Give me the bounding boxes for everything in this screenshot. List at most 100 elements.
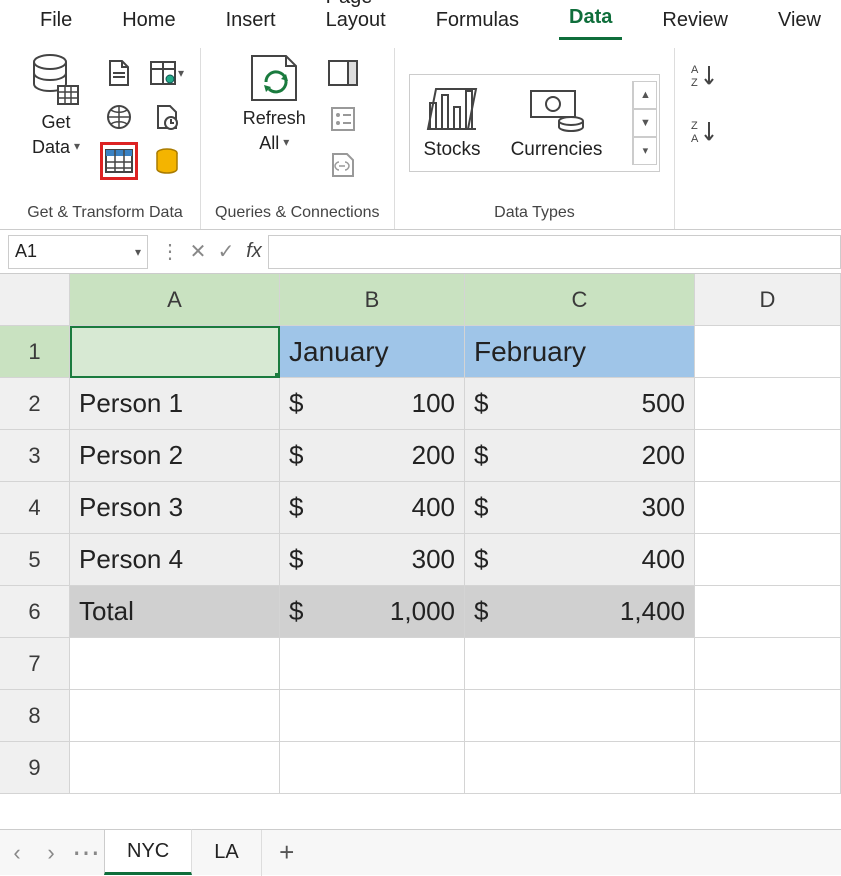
- tab-home[interactable]: Home: [112, 3, 185, 40]
- row-header-3[interactable]: 3: [0, 430, 70, 482]
- cell-D4[interactable]: [695, 482, 841, 534]
- tab-file[interactable]: File: [30, 3, 82, 40]
- from-table-range-button[interactable]: [100, 142, 138, 180]
- gallery-up-button[interactable]: ▲: [633, 81, 657, 109]
- data-type-stocks[interactable]: Stocks: [424, 85, 481, 161]
- cell-C3[interactable]: $200: [465, 430, 695, 482]
- cell-D9[interactable]: [695, 742, 841, 794]
- row-header-9[interactable]: 9: [0, 742, 70, 794]
- gallery-expand-button[interactable]: ▾: [633, 137, 657, 165]
- queries-connections-button[interactable]: [328, 54, 358, 92]
- tab-formulas[interactable]: Formulas: [426, 3, 529, 40]
- tab-page-layout[interactable]: Page Layout: [316, 0, 396, 40]
- properties-button[interactable]: [328, 100, 358, 138]
- cell-C5[interactable]: $400: [465, 534, 695, 586]
- tab-data[interactable]: Data: [559, 0, 622, 40]
- cell-A1[interactable]: [70, 326, 280, 378]
- cancel-icon[interactable]: ✕: [184, 235, 212, 269]
- row-header-5[interactable]: 5: [0, 534, 70, 586]
- refresh-all-label-2: All: [259, 133, 279, 154]
- tab-insert[interactable]: Insert: [216, 3, 286, 40]
- dollar-sign: $: [474, 440, 488, 471]
- cell-C7[interactable]: [465, 638, 695, 690]
- properties-icon: [330, 106, 356, 132]
- cell-C9[interactable]: [465, 742, 695, 794]
- scroll-sheets-left[interactable]: ‹: [0, 830, 34, 876]
- cell-A2[interactable]: Person 1: [70, 378, 280, 430]
- cell-A7[interactable]: [70, 638, 280, 690]
- cell-B1[interactable]: January: [280, 326, 465, 378]
- scroll-sheets-right[interactable]: ›: [34, 830, 68, 876]
- sheets-menu-button[interactable]: ⋯: [72, 836, 100, 869]
- data-type-currencies[interactable]: Currencies: [511, 85, 603, 161]
- stocks-label: Stocks: [424, 139, 481, 161]
- cell-A8[interactable]: [70, 690, 280, 742]
- col-header-B[interactable]: B: [280, 274, 465, 326]
- cell-B6[interactable]: $1,000: [280, 586, 465, 638]
- col-header-A[interactable]: A: [70, 274, 280, 326]
- cell-A6[interactable]: Total: [70, 586, 280, 638]
- cell-C6[interactable]: $1,400: [465, 586, 695, 638]
- cell-B7[interactable]: [280, 638, 465, 690]
- get-data-button[interactable]: Get Data▾: [24, 48, 88, 157]
- cell-B5[interactable]: $300: [280, 534, 465, 586]
- enter-icon[interactable]: ✓: [212, 235, 240, 269]
- sheet-tab-LA[interactable]: LA: [192, 830, 261, 876]
- chevron-down-icon[interactable]: ▾: [135, 245, 141, 259]
- cell-C8[interactable]: [465, 690, 695, 742]
- cell-D3[interactable]: [695, 430, 841, 482]
- recent-sources-button[interactable]: [148, 98, 186, 136]
- cell-A5[interactable]: Person 4: [70, 534, 280, 586]
- edit-links-button[interactable]: [328, 146, 358, 184]
- fx-icon[interactable]: fx: [240, 235, 268, 269]
- row-header-8[interactable]: 8: [0, 690, 70, 742]
- from-picture-button[interactable]: ▾: [148, 54, 186, 92]
- select-all-corner[interactable]: [0, 274, 70, 326]
- group-label-dt: Data Types: [494, 197, 575, 229]
- cell-B2[interactable]: $100: [280, 378, 465, 430]
- tab-view[interactable]: View: [768, 3, 831, 40]
- page-link-icon: [329, 152, 357, 178]
- cell-B9[interactable]: [280, 742, 465, 794]
- formula-input[interactable]: [268, 235, 841, 269]
- cell-D2[interactable]: [695, 378, 841, 430]
- row-header-1[interactable]: 1: [0, 326, 70, 378]
- from-web-button[interactable]: [100, 98, 138, 136]
- from-text-csv-button[interactable]: [100, 54, 138, 92]
- tab-review[interactable]: Review: [652, 3, 738, 40]
- gallery-down-button[interactable]: ▼: [633, 109, 657, 137]
- add-sheet-button[interactable]: +: [262, 837, 312, 868]
- existing-connections-button[interactable]: [148, 142, 186, 180]
- col-header-C[interactable]: C: [465, 274, 695, 326]
- row-header-7[interactable]: 7: [0, 638, 70, 690]
- row-header-2[interactable]: 2: [0, 378, 70, 430]
- sort-az-button[interactable]: AZ: [689, 62, 717, 90]
- refresh-all-button[interactable]: Refresh All▾: [237, 48, 312, 153]
- cell-C2[interactable]: $500: [465, 378, 695, 430]
- cell-A9[interactable]: [70, 742, 280, 794]
- sheet-grid[interactable]: A B C D 1 January February 2 Person 1 $1…: [0, 274, 841, 794]
- cell-D7[interactable]: [695, 638, 841, 690]
- cell-A3[interactable]: Person 2: [70, 430, 280, 482]
- side-panel-icon: [328, 60, 358, 86]
- currencies-label: Currencies: [511, 139, 603, 161]
- sheet-tab-NYC[interactable]: NYC: [104, 829, 192, 875]
- cell-B3[interactable]: $200: [280, 430, 465, 482]
- cell-B4[interactable]: $400: [280, 482, 465, 534]
- globe-icon: [106, 104, 132, 130]
- name-box-options-icon[interactable]: ⋮: [156, 235, 184, 269]
- dollar-sign: $: [474, 596, 488, 627]
- cell-C1[interactable]: February: [465, 326, 695, 378]
- row-header-6[interactable]: 6: [0, 586, 70, 638]
- sort-za-button[interactable]: ZA: [689, 118, 717, 146]
- row-header-4[interactable]: 4: [0, 482, 70, 534]
- cell-A4[interactable]: Person 3: [70, 482, 280, 534]
- name-box[interactable]: A1 ▾: [8, 235, 148, 269]
- cell-D8[interactable]: [695, 690, 841, 742]
- cell-D5[interactable]: [695, 534, 841, 586]
- cell-B8[interactable]: [280, 690, 465, 742]
- cell-D1[interactable]: [695, 326, 841, 378]
- cell-C4[interactable]: $300: [465, 482, 695, 534]
- cell-D6[interactable]: [695, 586, 841, 638]
- col-header-D[interactable]: D: [695, 274, 841, 326]
